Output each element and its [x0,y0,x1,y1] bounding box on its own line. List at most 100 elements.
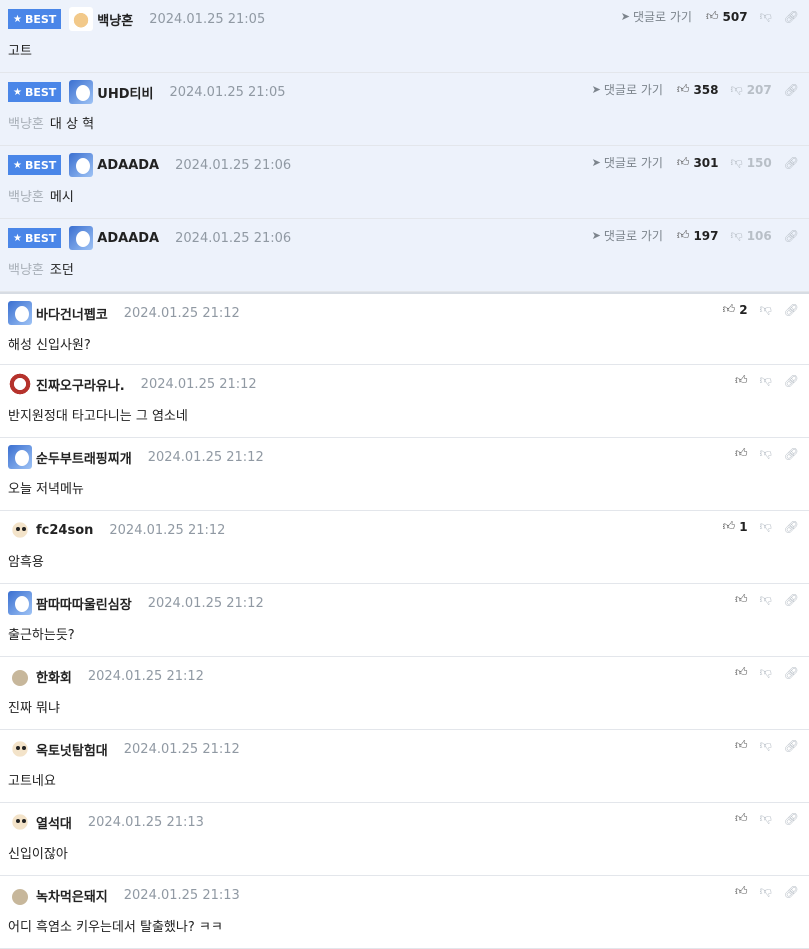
link-icon[interactable]: 🔗︎ [784,739,799,753]
avatar[interactable] [69,7,94,31]
avatar[interactable] [8,737,32,761]
upvote-button[interactable]: 👍︎ 2 [723,302,748,317]
comment-date: 2024.01.25 21:06 [175,230,292,246]
avatar[interactable] [69,153,94,177]
upvote-count: 507 [722,9,748,24]
comment-item: 녹차먹은돼지 2024.01.25 21:13 어디 흑염소 키우는데서 탈출했나?… [0,876,809,949]
upvote-button[interactable]: 👍︎ [735,373,748,388]
nickname[interactable]: ADAADA [97,158,159,173]
upvote-button[interactable]: 👍︎ 1 [723,519,748,534]
upvote-button[interactable]: 👍︎ [735,665,748,680]
nickname[interactable]: 옥토넛탐험대 [36,740,108,759]
link-icon[interactable]: 🔗︎ [784,593,799,607]
avatar[interactable] [69,226,94,250]
nickname[interactable]: 백냥혼 [97,10,133,29]
comment-body: 출근하는듯? [8,624,75,643]
downvote-button[interactable]: 👎︎ [760,302,772,317]
star-icon: ★ [13,159,22,171]
comment-header: 한화회 2024.01.25 21:12 [8,663,204,689]
avatar[interactable] [12,889,28,905]
comment-header: 녹차먹은돼지 2024.01.25 21:13 [8,882,240,908]
comment-header: 순두부트래핑찌개 2024.01.25 21:12 [8,444,264,470]
avatar[interactable] [12,670,28,686]
upvote-button[interactable]: 👍︎ 301 [677,155,719,170]
link-icon[interactable]: 🔗︎ [784,156,799,170]
upvote-button[interactable]: 👍︎ 358 [677,82,719,97]
link-icon[interactable]: 🔗︎ [784,666,799,680]
avatar[interactable] [8,591,32,615]
thumbs-up-icon: 👍︎ [735,884,748,898]
downvote-button[interactable]: 👎︎ [760,665,772,680]
nickname[interactable]: 진짜오구라유나. [36,375,125,394]
link-icon[interactable]: 🔗︎ [784,885,799,899]
link-icon[interactable]: 🔗︎ [784,83,799,97]
comment-actions: ➤ 댓글로 가기 👍︎ 358 👎︎ 207 🔗︎ [592,81,799,98]
comment-body: 고트네요 [8,770,56,789]
nickname[interactable]: 한화회 [36,667,72,686]
avatar[interactable] [69,80,94,104]
mention-nickname[interactable]: 백냥혼 [8,263,44,278]
downvote-button[interactable]: 👎︎ [760,519,772,534]
downvote-button[interactable]: 👎︎ [760,9,772,24]
comment-list: ★ BEST 백냥혼 2024.01.25 21:05 고트 ➤ 댓글로 가기 👍︎ 507 👎︎… [0,0,809,949]
avatar[interactable] [8,445,32,469]
comment-text: 조던 [49,263,74,278]
avatar[interactable] [8,810,32,834]
comment-date: 2024.01.25 21:12 [87,668,204,684]
downvote-count: 207 [746,82,772,97]
downvote-button[interactable]: 👎︎ [760,373,772,388]
goto-comment-link[interactable]: ➤ 댓글로 가기 [592,227,663,244]
thumbs-down-icon: 👎︎ [759,738,772,752]
best-comment: ★ BEST UHD티비 2024.01.25 21:05 백냥혼 대 상 혁 ➤ 댓글로 가… [0,73,809,146]
downvote-button[interactable]: 👎︎ [760,811,772,826]
downvote-button[interactable]: 👎︎ 150 [731,155,772,170]
upvote-button[interactable]: 👍︎ 197 [677,228,719,243]
thumbs-down-icon: 👎︎ [759,9,772,23]
link-icon[interactable]: 🔗︎ [784,520,799,534]
comment-date: 2024.01.25 21:05 [149,11,266,27]
nickname[interactable]: 팜따따따울린심장 [36,594,132,613]
downvote-button[interactable]: 👎︎ [760,738,772,753]
goto-comment-link[interactable]: ➤ 댓글로 가기 [592,154,663,171]
upvote-button[interactable]: 👍︎ 507 [706,9,748,24]
nickname[interactable]: 녹차먹은돼지 [36,886,108,905]
comment-item: 팜따따따울린심장 2024.01.25 21:12 출근하는듯? 👍︎ 👎︎ 🔗︎ [0,584,809,657]
downvote-button[interactable]: 👎︎ 207 [731,82,772,97]
avatar[interactable] [8,518,32,542]
avatar[interactable] [8,372,32,396]
nickname[interactable]: UHD티비 [97,83,153,102]
downvote-button[interactable]: 👎︎ 106 [731,228,772,243]
nickname[interactable]: fc24son [36,523,93,538]
mention-nickname[interactable]: 백냥혼 [8,190,44,205]
upvote-button[interactable]: 👍︎ [735,884,748,899]
link-icon[interactable]: 🔗︎ [784,812,799,826]
link-icon[interactable]: 🔗︎ [784,303,799,317]
link-icon[interactable]: 🔗︎ [784,10,799,24]
nickname[interactable]: ADAADA [97,231,159,246]
comment-item: 바다건너펩코 2024.01.25 21:12 해성 신입사원? 👍︎ 2 👎︎ 🔗︎ [0,292,809,365]
upvote-button[interactable]: 👍︎ [735,811,748,826]
star-icon: ★ [13,13,22,25]
nickname[interactable]: 열석대 [36,813,72,832]
comment-actions: ➤ 댓글로 가기 👍︎ 301 👎︎ 150 🔗︎ [592,154,799,171]
downvote-button[interactable]: 👎︎ [760,592,772,607]
downvote-button[interactable]: 👎︎ [760,884,772,899]
downvote-button[interactable]: 👎︎ [760,446,772,461]
thumbs-up-icon: 👍︎ [705,9,719,23]
link-icon[interactable]: 🔗︎ [784,229,799,243]
upvote-button[interactable]: 👍︎ [735,446,748,461]
thumbs-down-icon: 👎︎ [759,446,772,460]
upvote-button[interactable]: 👍︎ [735,738,748,753]
avatar[interactable] [8,301,32,325]
link-icon[interactable]: 🔗︎ [784,374,799,388]
mention-nickname[interactable]: 백냥혼 [8,117,44,132]
best-label: BEST [24,85,57,99]
best-label: BEST [24,231,57,245]
nickname[interactable]: 바다건너펩코 [36,304,108,323]
thumbs-down-icon: 👎︎ [759,302,772,316]
goto-comment-link[interactable]: ➤ 댓글로 가기 [592,81,663,98]
link-icon[interactable]: 🔗︎ [784,447,799,461]
upvote-button[interactable]: 👍︎ [735,592,748,607]
nickname[interactable]: 순두부트래핑찌개 [36,448,132,467]
goto-comment-link[interactable]: ➤ 댓글로 가기 [621,8,692,25]
